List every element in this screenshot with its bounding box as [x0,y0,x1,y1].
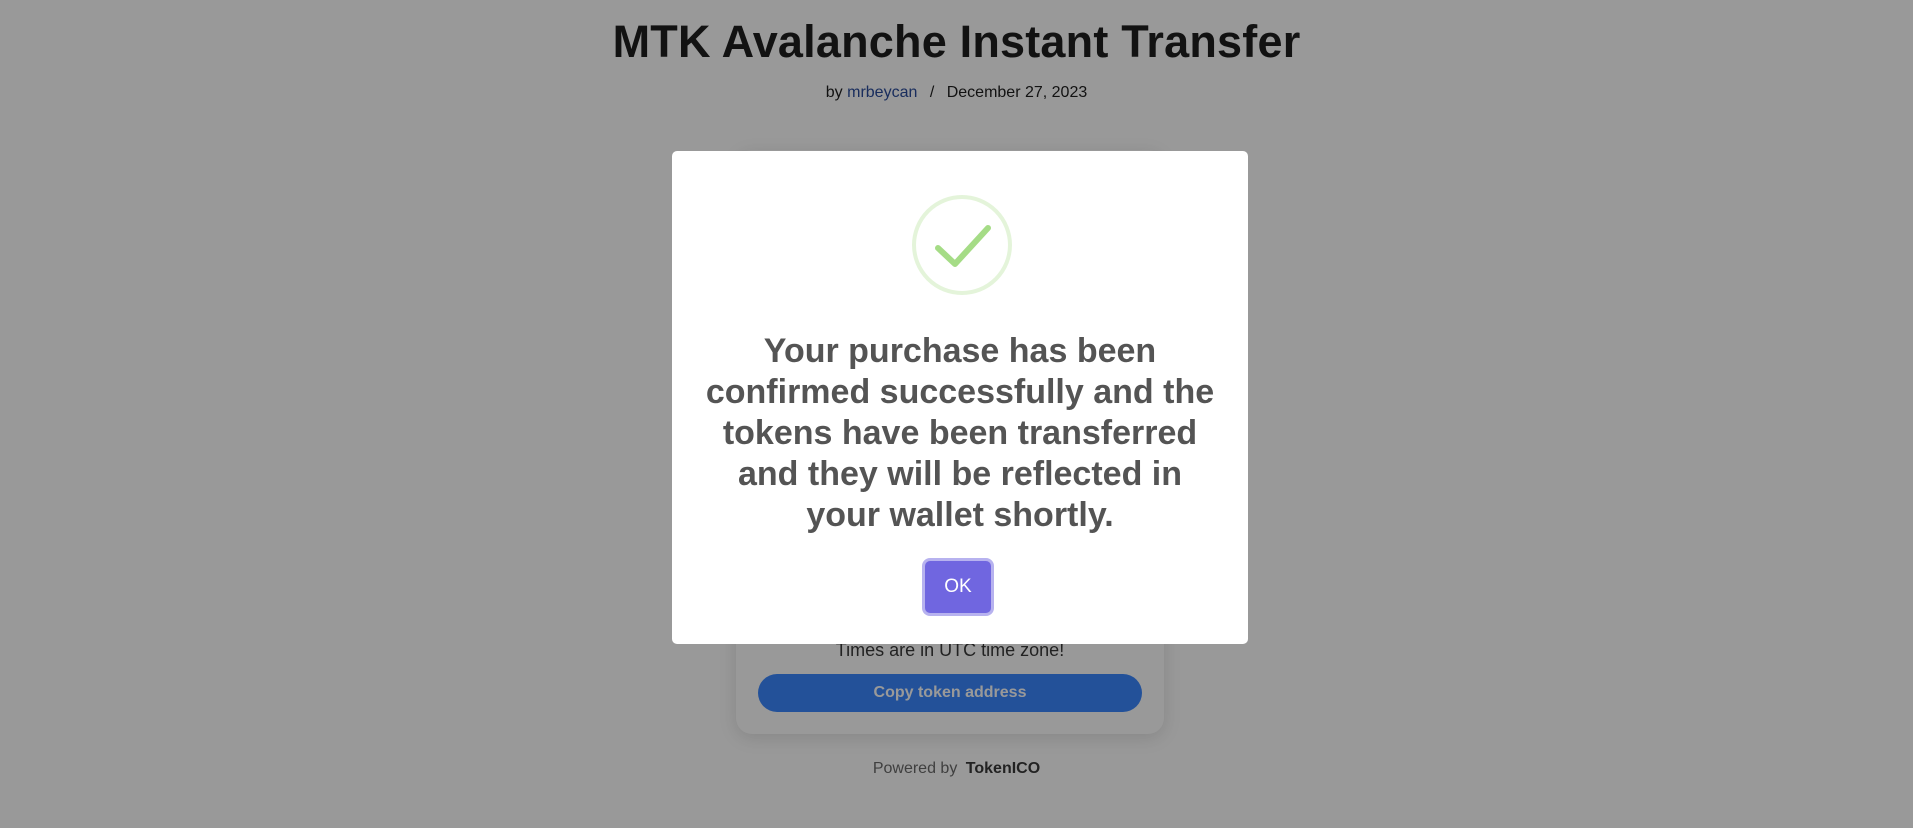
dialog-message: Your purchase has been confirmed success… [705,332,1215,534]
ok-button[interactable]: OK [925,561,991,613]
success-dialog: Your purchase has been confirmed success… [672,151,1248,644]
checkmark-icon [935,225,991,267]
success-check-icon [912,195,1012,295]
